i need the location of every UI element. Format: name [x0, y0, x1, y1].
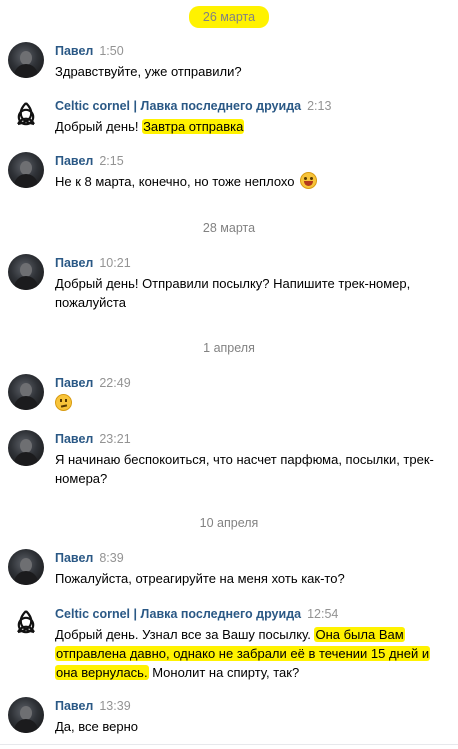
- avatar[interactable]: [8, 374, 44, 410]
- message-text: Добрый день! Завтра отправка: [55, 117, 450, 136]
- date-separator: 10 апреля: [0, 513, 458, 533]
- author-name[interactable]: Celtic cornel | Лавка последнего друида: [55, 607, 301, 621]
- avatar[interactable]: [8, 152, 44, 188]
- author-name[interactable]: Павел: [55, 256, 93, 270]
- date-separator-label: 28 марта: [202, 221, 256, 235]
- message-time[interactable]: 13:39: [99, 699, 130, 713]
- highlighted-text: Завтра отправка: [142, 119, 245, 134]
- message-time[interactable]: 12:54: [307, 607, 338, 621]
- date-separator-label: 26 марта: [188, 6, 270, 28]
- avatar[interactable]: [8, 97, 44, 133]
- message-time[interactable]: 10:21: [99, 256, 130, 270]
- chat-history: 26 марта Павел 1:50 Здравствуйте, уже отп…: [0, 0, 458, 749]
- message-time[interactable]: 22:49: [99, 376, 130, 390]
- avatar[interactable]: [8, 430, 44, 466]
- author-name[interactable]: Павел: [55, 699, 93, 713]
- message-text: Здравствуйте, уже отправили?: [55, 64, 242, 79]
- message-text: Пожалуйста, отреагируйте на меня хоть ка…: [55, 571, 345, 586]
- author-name[interactable]: Павел: [55, 154, 93, 168]
- message-text: [55, 394, 450, 413]
- message-text-part: Добрый день!: [55, 119, 143, 134]
- avatar[interactable]: [8, 42, 44, 78]
- date-separator: 28 марта: [0, 218, 458, 238]
- date-separator: 26 марта: [0, 6, 458, 28]
- message-time[interactable]: 8:39: [99, 551, 123, 565]
- message-time[interactable]: 1:50: [99, 44, 123, 58]
- date-separator-label: 1 апреля: [203, 341, 255, 355]
- author-name[interactable]: Celtic cornel | Лавка последнего друида: [55, 99, 301, 113]
- divider: [0, 744, 458, 745]
- author-name[interactable]: Павел: [55, 376, 93, 390]
- date-separator-label: 10 апреля: [199, 516, 259, 530]
- thinking-face-emoji-icon: [55, 394, 72, 411]
- date-separator: 1 апреля: [0, 338, 458, 358]
- message-text: Добрый день. Узнал все за Вашу посылку. …: [55, 625, 450, 682]
- message-text: Я начинаю беспокоиться, что насчет парфю…: [55, 452, 434, 486]
- message-text-part: Добрый день. Узнал все за Вашу посылку.: [55, 627, 315, 642]
- avatar[interactable]: [8, 549, 44, 585]
- message-time[interactable]: 2:15: [99, 154, 123, 168]
- message-text-part: Монолит на спирту, так?: [148, 665, 300, 680]
- message-time[interactable]: 23:21: [99, 432, 130, 446]
- triquetra-logo-icon: [17, 610, 35, 634]
- avatar[interactable]: [8, 254, 44, 290]
- message-text: Не к 8 марта, конечно, но тоже неплохо: [55, 172, 450, 191]
- laughing-face-emoji-icon: [300, 172, 318, 189]
- triquetra-logo-icon: [17, 102, 35, 126]
- message-text: Добрый день! Отправили посылку? Напишите…: [55, 276, 411, 310]
- author-name[interactable]: Павел: [55, 551, 93, 565]
- message-time[interactable]: 2:13: [307, 99, 331, 113]
- message-text-part: Не к 8 марта, конечно, но тоже неплохо: [55, 174, 295, 189]
- author-name[interactable]: Павел: [55, 432, 93, 446]
- author-name[interactable]: Павел: [55, 44, 93, 58]
- message-text: Да, все верно: [55, 719, 138, 734]
- avatar[interactable]: [8, 605, 44, 641]
- avatar[interactable]: [8, 697, 44, 733]
